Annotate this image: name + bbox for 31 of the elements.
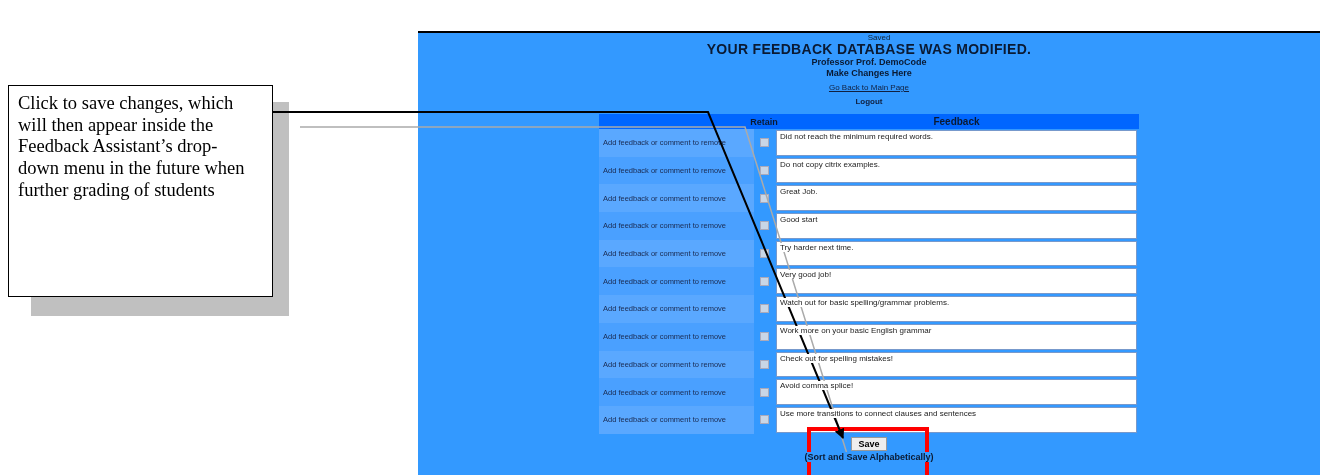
feedback-textarea[interactable]: Watch out for basic spelling/grammar problems.: [776, 296, 1137, 322]
retain-checkbox[interactable]: [759, 166, 769, 176]
save-button[interactable]: Save: [851, 436, 887, 451]
sort-link[interactable]: (Sort and Save Alphabetically): [804, 451, 934, 462]
professor-name: Professor Prof. DemoCode: [811, 57, 927, 68]
retain-checkbox[interactable]: [759, 415, 769, 425]
feedback-textarea[interactable]: Did not reach the minimum required words.: [776, 130, 1137, 156]
retain-checkbox[interactable]: [759, 387, 769, 397]
feedback-textarea[interactable]: Work more on your basic English grammar: [776, 323, 1137, 350]
page-title: YOUR FEEDBACK DATABASE WAS MODIFIED.: [706, 42, 1032, 57]
retain-checkbox[interactable]: [759, 332, 769, 342]
logout-link[interactable]: Logout: [855, 97, 883, 106]
feedback-textarea[interactable]: Check out for spelling mistakes!: [776, 351, 1137, 378]
feedback-textarea[interactable]: Great Job.: [776, 185, 1137, 212]
retain-checkbox[interactable]: [759, 138, 769, 148]
section-heading: Make Changes Here: [826, 68, 912, 79]
feedback-textarea[interactable]: Try harder next time.: [776, 240, 1137, 267]
retain-checkbox[interactable]: [759, 193, 769, 203]
retain-checkbox[interactable]: [759, 304, 769, 314]
feedback-textarea[interactable]: Good start: [776, 213, 1137, 239]
feedback-textarea[interactable]: Very good job!: [776, 268, 1137, 295]
retain-checkbox[interactable]: [759, 276, 769, 286]
callout-text: Click to save changes, which will then appear inside the Feedback Assistant’s drop-down menu in the future when further grading of students: [8, 85, 273, 297]
retain-checkbox[interactable]: [759, 359, 769, 369]
feedback-textarea[interactable]: Avoid comma splice!: [776, 379, 1137, 405]
feedback-textarea[interactable]: Use more transitions to connect clauses and sentences: [776, 406, 1137, 433]
feedback-textarea[interactable]: Do not copy citrix examples.: [776, 157, 1137, 184]
retain-checkbox[interactable]: [759, 221, 769, 231]
back-link[interactable]: Go Back to Main Page: [828, 83, 909, 92]
status-text: Saved: [867, 33, 891, 42]
retain-checkbox[interactable]: [759, 249, 769, 259]
